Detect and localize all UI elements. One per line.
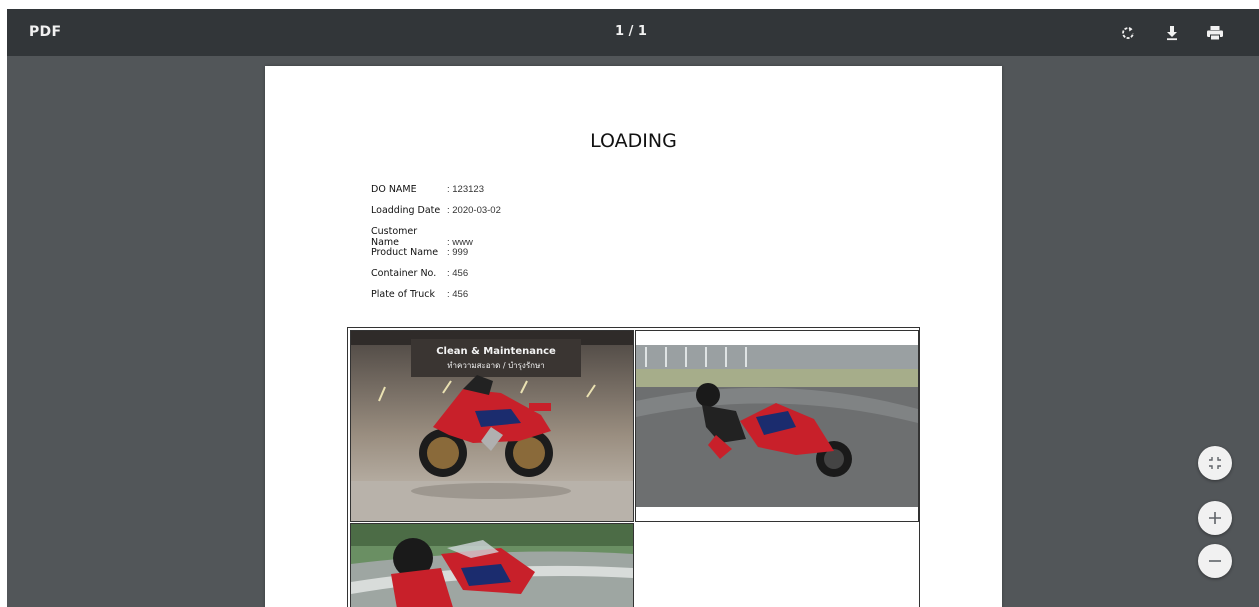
download-button[interactable] bbox=[1158, 19, 1186, 47]
field-customer-name: Customer Name: www bbox=[371, 226, 501, 248]
rotate-icon bbox=[1122, 27, 1134, 39]
banner-line-2: ทำความสะอาด / บำรุงรักษา bbox=[447, 361, 545, 370]
rotate-button[interactable] bbox=[1114, 19, 1142, 47]
photo-grid: Clean & Maintenance ทำความสะอาด / บำรุงร… bbox=[347, 327, 920, 607]
field-label: DO NAME bbox=[371, 184, 417, 195]
print-button[interactable] bbox=[1201, 19, 1229, 47]
field-label: Container No. bbox=[371, 268, 437, 279]
photo-cell: Clean & Maintenance ทำความสะอาด / บำรุงร… bbox=[350, 330, 634, 522]
field-label: Customer Name bbox=[371, 226, 418, 248]
page-heading: LOADING bbox=[590, 130, 677, 152]
field-label: Plate of Truck bbox=[371, 289, 436, 300]
pdf-toolbar: PDF 1 / 1 bbox=[7, 9, 1259, 56]
fit-to-page-button[interactable] bbox=[1198, 446, 1232, 480]
field-container-no: Container No. : 456 bbox=[371, 268, 501, 289]
field-value: : 456 bbox=[447, 289, 469, 300]
photo-cell bbox=[635, 330, 919, 522]
fit-to-page-icon bbox=[1209, 457, 1221, 469]
document-title: PDF bbox=[29, 24, 62, 40]
field-value: : 456 bbox=[447, 268, 469, 279]
banner-line-1: Clean & Maintenance bbox=[436, 346, 556, 357]
zoom-out-button[interactable] bbox=[1198, 544, 1232, 578]
zoom-in-button[interactable] bbox=[1198, 501, 1232, 535]
field-label: Loadding Date bbox=[371, 205, 441, 216]
pdf-viewer: PDF 1 / 1 LOADING DO NAME: 123123 Loaddi… bbox=[7, 9, 1259, 607]
field-value: : 123123 bbox=[447, 184, 484, 195]
field-value: : 2020-03-02 bbox=[447, 205, 501, 216]
field-label: Product Name bbox=[371, 247, 439, 258]
zoom-out-icon bbox=[1209, 560, 1221, 562]
field-product-name: Product Name : 999 bbox=[371, 247, 501, 268]
field-loading-date: Loadding Date : 2020-03-02 bbox=[371, 205, 501, 226]
info-fields: DO NAME : 123123 Loadding Date : 2020-03-0… bbox=[371, 184, 501, 310]
download-icon bbox=[1167, 26, 1177, 41]
motorcycle-workshop-photo: Clean & Maintenance ทำความสะอาด / บำรุงร… bbox=[351, 331, 633, 521]
field-value: : 999 bbox=[447, 247, 469, 258]
pdf-page: LOADING DO NAME : 123123 Loadding Date : 2… bbox=[265, 66, 1002, 607]
zoom-in-icon bbox=[1209, 512, 1221, 524]
field-do-name: DO NAME : 123123 bbox=[371, 184, 501, 205]
print-icon bbox=[1207, 26, 1223, 41]
motorcycle-racing-photo bbox=[636, 331, 918, 521]
page-indicator: 1 / 1 bbox=[615, 24, 647, 39]
field-plate-of-truck: Plate of Truck : 456 bbox=[371, 289, 501, 310]
motorcycle-closeup-photo bbox=[351, 524, 633, 607]
photo-cell bbox=[350, 523, 634, 607]
